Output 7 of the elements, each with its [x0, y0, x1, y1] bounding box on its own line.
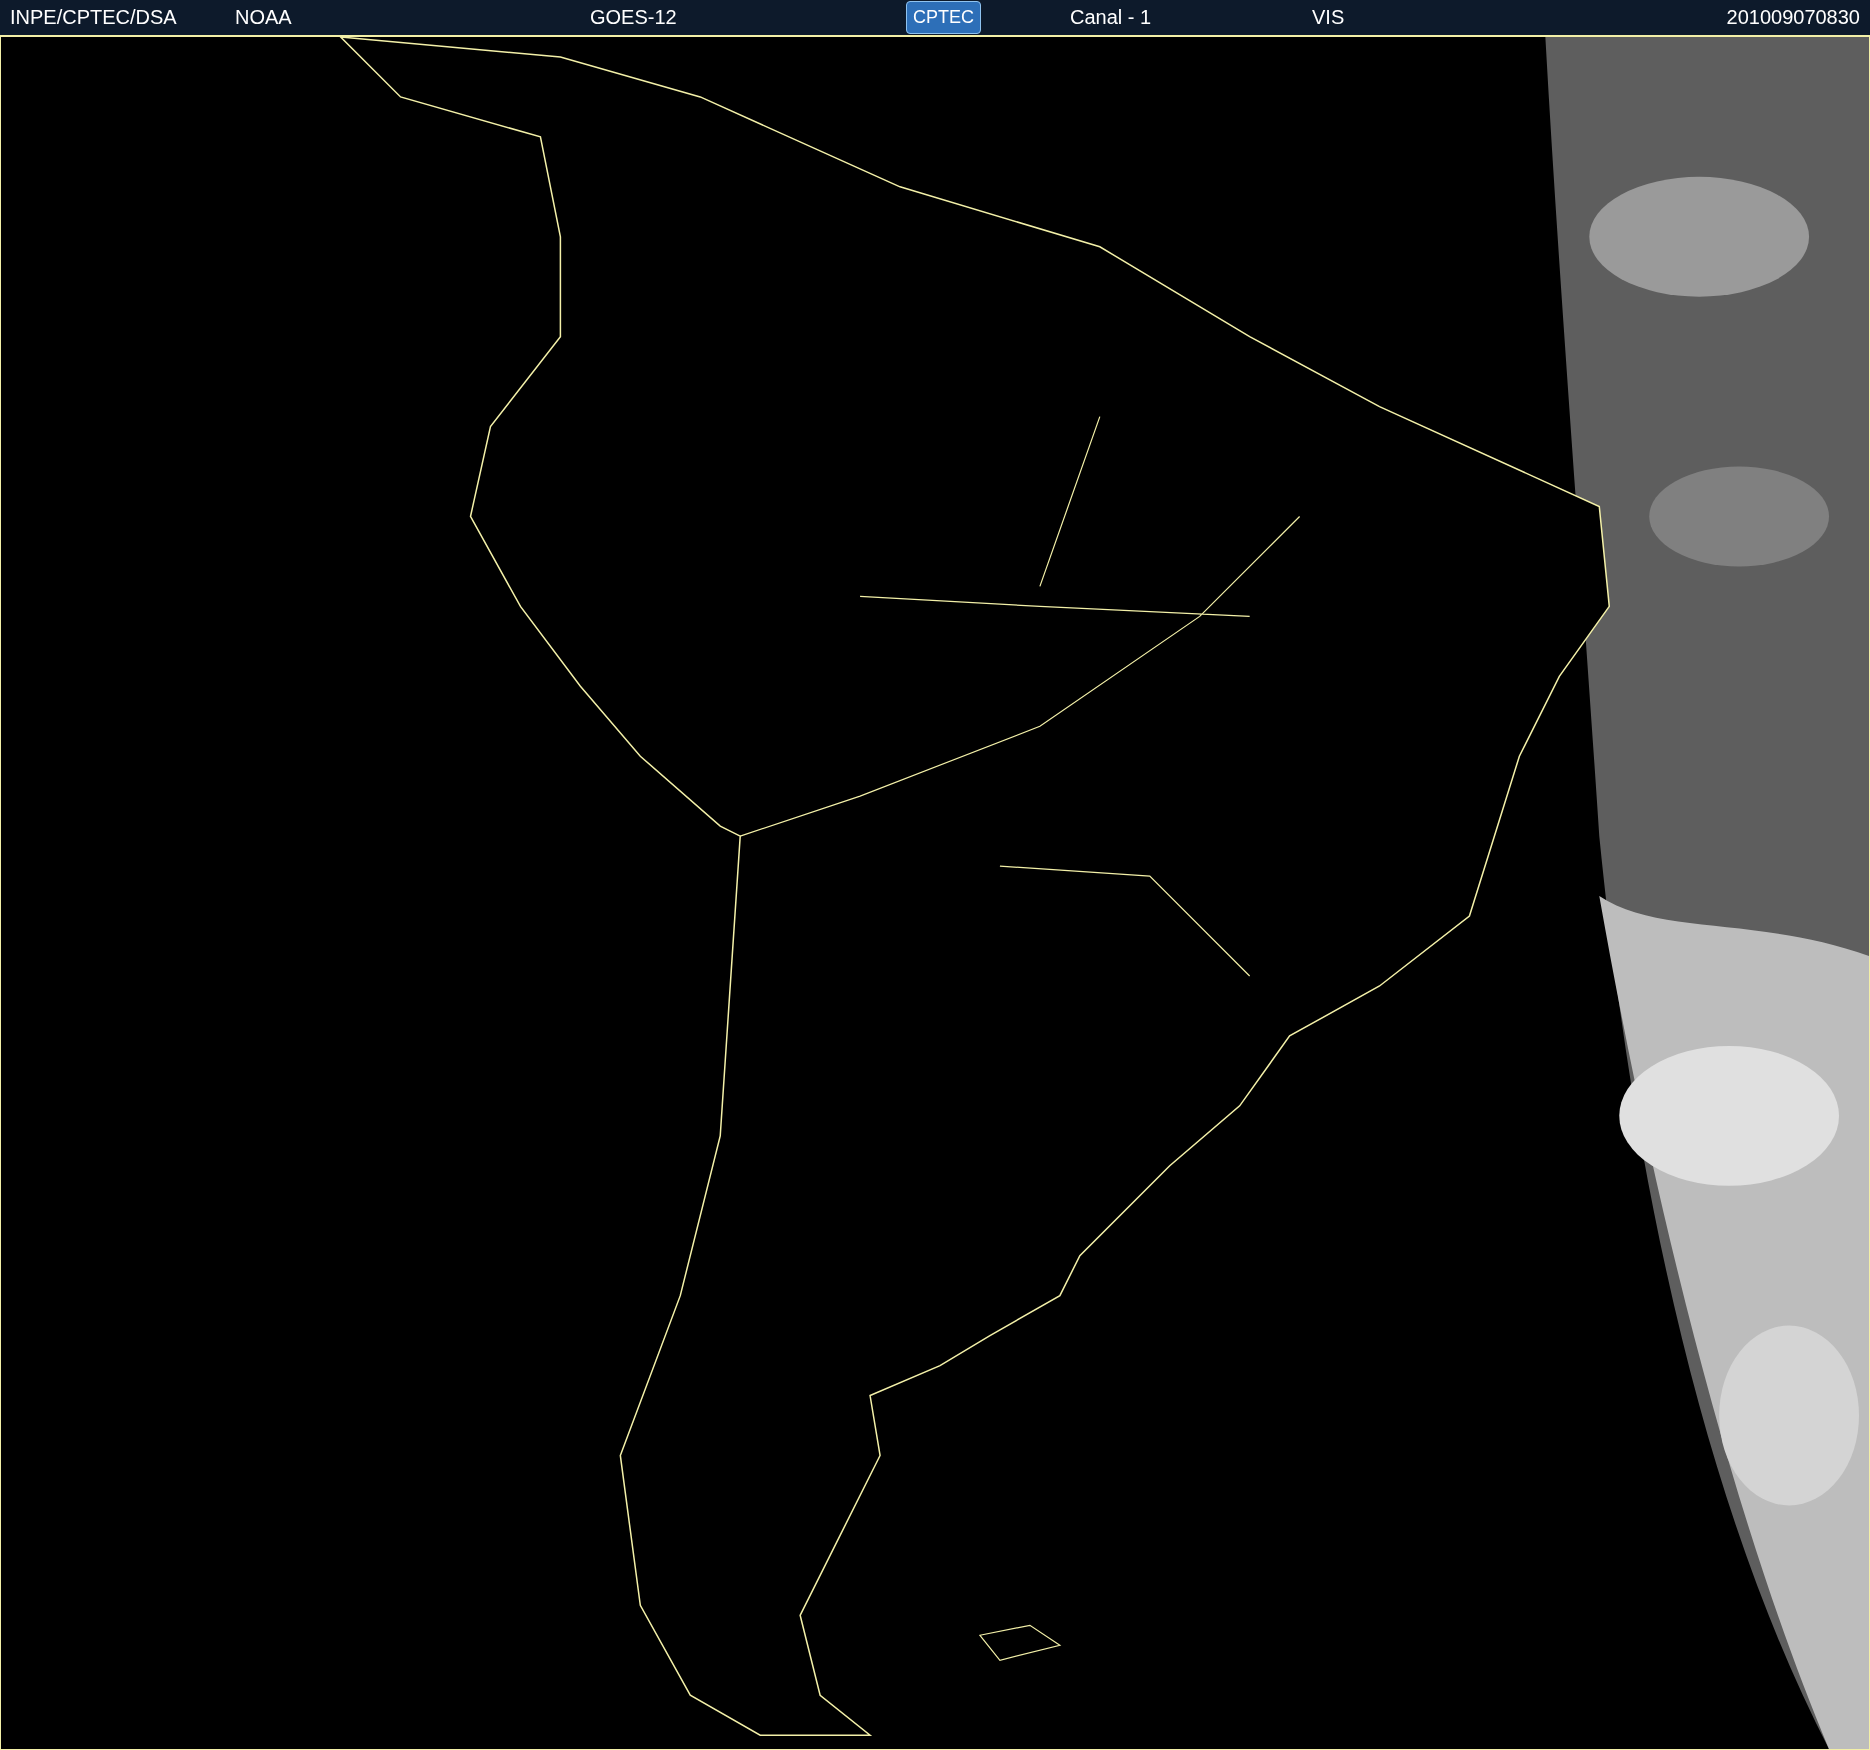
header-label: INPE/CPTEC/DSA [10, 6, 177, 29]
header-label: NOAA [235, 6, 292, 29]
logo: CPTEC [906, 0, 981, 34]
header-label: GOES-12 [590, 6, 677, 29]
header-label: Canal - 1 [1070, 6, 1152, 29]
header-label: VIS [1312, 6, 1345, 29]
header-label: 201009070830 [1726, 6, 1860, 29]
